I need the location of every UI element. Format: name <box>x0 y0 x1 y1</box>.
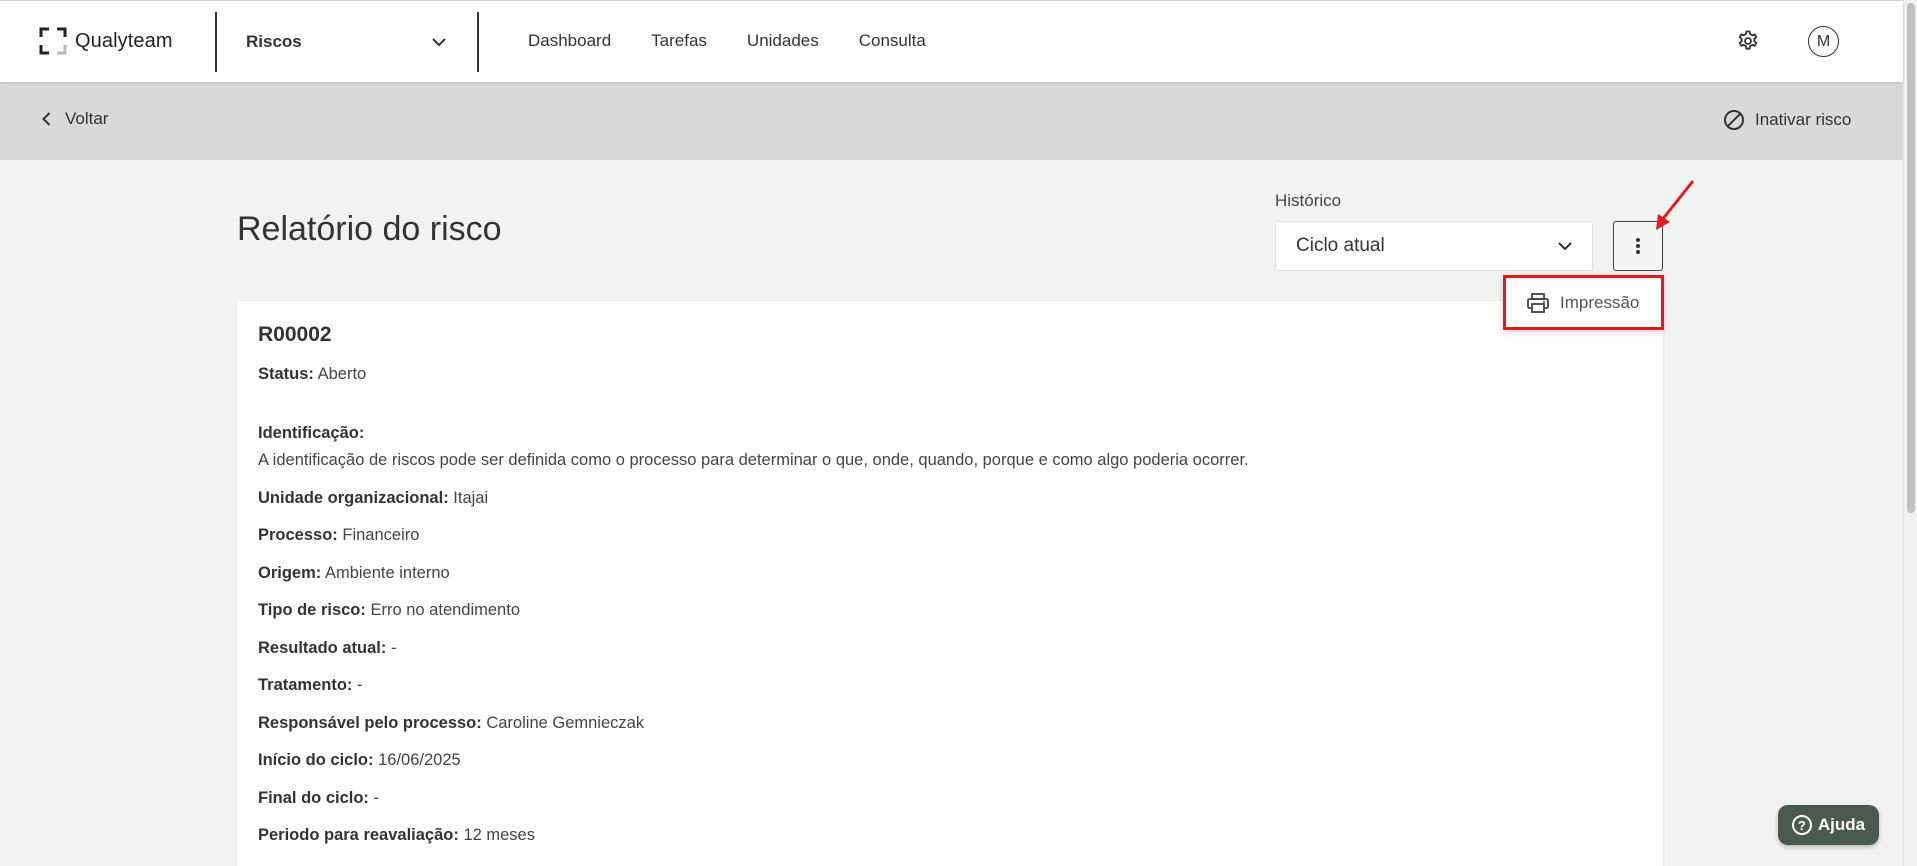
field-value: Caroline Gemnieczak <box>486 714 645 732</box>
block-icon <box>1724 110 1744 130</box>
chevron-down-icon <box>1558 241 1572 250</box>
field-label: Tratamento: <box>258 676 353 694</box>
field-label: Status: <box>258 365 314 383</box>
field-value: - <box>357 676 363 694</box>
gear-icon[interactable] <box>1736 29 1760 53</box>
chevron-left-icon <box>42 112 51 126</box>
field-value: - <box>373 789 380 807</box>
field-label: Periodo para reavaliação: <box>258 826 459 844</box>
field-label: Responsável pelo processo: <box>258 714 482 732</box>
print-menu-label: Impressão <box>1560 292 1640 312</box>
field-label: Final do ciclo: <box>258 789 369 807</box>
treatment-field: Tratamento: - <box>258 676 363 695</box>
inactivate-risk-label: Inativar risco <box>1755 110 1852 129</box>
report-card: R00002 Status: Aberto Identificação: A i… <box>237 301 1663 866</box>
field-value: 12 meses <box>463 826 535 844</box>
identification-field: Identificação: <box>258 424 364 443</box>
field-label: Resultado atual: <box>258 639 387 657</box>
field-value: - <box>390 639 397 657</box>
reevaluation-period-field: Periodo para reavaliação: 12 meses <box>258 826 535 845</box>
origin-field: Origem: Ambiente interno <box>258 564 450 583</box>
cycle-end-field: Final do ciclo: - <box>258 789 379 808</box>
header-divider <box>215 12 217 72</box>
org-unit-field: Unidade organizacional: Itajai <box>258 489 488 508</box>
module-select-value: Riscos <box>246 32 302 51</box>
page-title: Relatório do risco <box>237 210 502 248</box>
field-value: Erro no atendimento <box>370 601 520 619</box>
nav-consulta[interactable]: Consulta <box>859 31 926 51</box>
printer-icon <box>1527 292 1549 313</box>
module-select[interactable]: Riscos <box>246 29 446 55</box>
field-label: Início do ciclo: <box>258 751 374 769</box>
current-result-field: Resultado atual: - <box>258 639 396 658</box>
action-bar: Voltar Inativar risco <box>0 82 1903 160</box>
logo-text: Qualyteam <box>75 29 173 52</box>
top-header: Qualyteam Riscos Dashboard Tarefas Unida… <box>0 0 1903 82</box>
history-select-value: Ciclo atual <box>1296 235 1385 256</box>
logo-icon <box>39 27 67 55</box>
process-owner-field: Responsável pelo processo: Caroline Gemn… <box>258 714 644 733</box>
help-button[interactable]: ? Ajuda <box>1778 805 1879 845</box>
avatar[interactable]: M <box>1808 26 1839 57</box>
cycle-start-field: Início do ciclo: 16/06/2025 <box>258 751 461 770</box>
nav-dashboard[interactable]: Dashboard <box>528 31 611 51</box>
field-value: Itajai <box>453 489 489 507</box>
logo[interactable]: Qualyteam <box>39 26 173 56</box>
nav-unidades[interactable]: Unidades <box>747 31 819 51</box>
main-nav: Dashboard Tarefas Unidades Consulta <box>528 31 926 51</box>
risk-type-field: Tipo de risco: Erro no atendimento <box>258 601 520 620</box>
status-field: Status: Aberto <box>258 365 366 384</box>
print-menu-item[interactable]: Impressão <box>1503 275 1664 330</box>
field-value: Aberto <box>317 365 367 383</box>
risk-code: R00002 <box>258 323 332 346</box>
nav-tarefas[interactable]: Tarefas <box>651 31 707 51</box>
process-field: Processo: Financeiro <box>258 526 419 545</box>
field-value: 16/06/2025 <box>378 751 461 769</box>
back-button[interactable]: Voltar <box>42 109 108 129</box>
identification-text: A identificação de riscos pode ser defin… <box>258 451 1249 469</box>
more-vertical-icon <box>1636 238 1640 254</box>
field-label: Tipo de risco: <box>258 601 366 619</box>
help-icon: ? <box>1791 815 1812 835</box>
history-label: Histórico <box>1275 191 1342 210</box>
scrollbar-thumb[interactable] <box>1907 3 1915 513</box>
inactivate-risk-button[interactable]: Inativar risco <box>1723 109 1851 131</box>
field-label: Unidade organizacional: <box>258 489 449 507</box>
field-value: Ambiente interno <box>324 564 450 582</box>
header-divider <box>477 12 479 72</box>
back-label: Voltar <box>65 109 109 128</box>
history-select[interactable]: Ciclo atual <box>1275 221 1593 271</box>
help-label: Ajuda <box>1817 815 1866 834</box>
annotation-arrow-icon <box>1656 180 1695 230</box>
field-label: Processo: <box>258 526 338 544</box>
field-label: Origem: <box>258 564 322 582</box>
page-scrollbar[interactable] <box>1903 0 1917 866</box>
chevron-down-icon <box>432 37 446 46</box>
field-label: Identificação: <box>258 424 365 442</box>
field-value: Financeiro <box>342 526 420 544</box>
